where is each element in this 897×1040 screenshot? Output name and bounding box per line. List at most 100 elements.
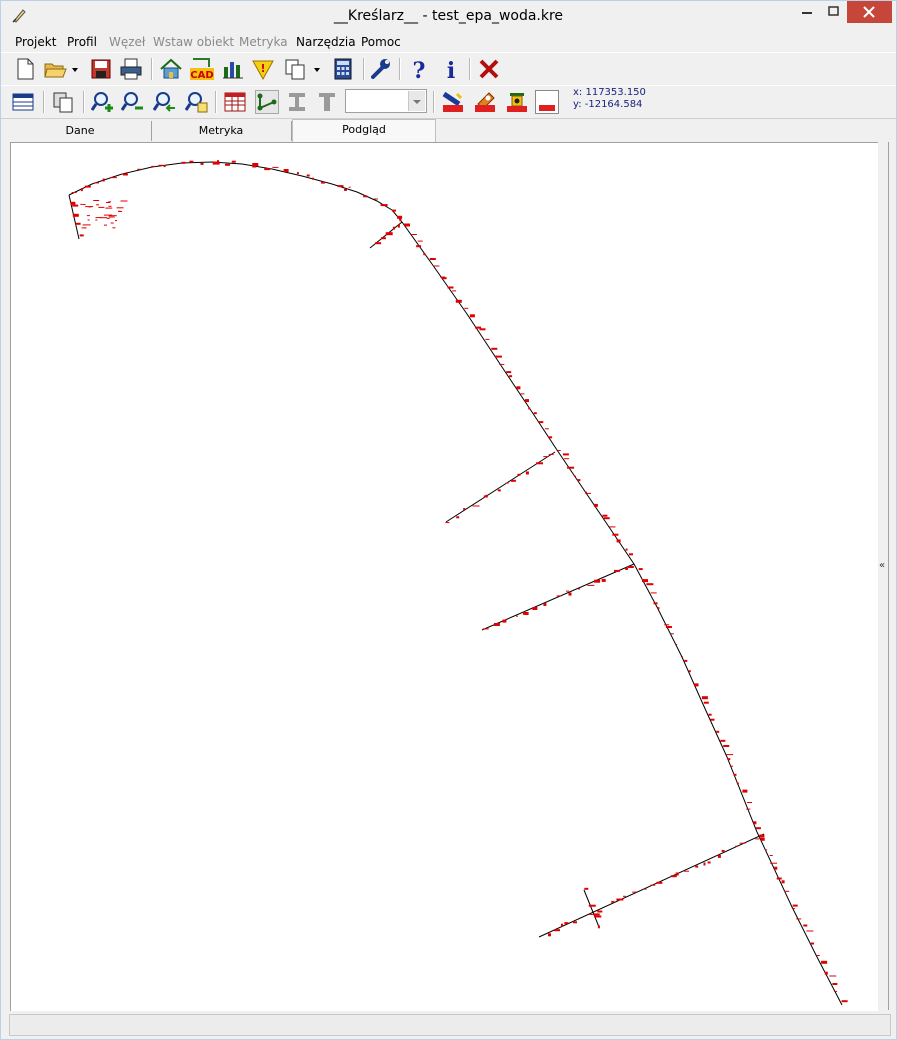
annotation-mark (525, 471, 529, 475)
annotation-mark (70, 201, 76, 205)
annotation-mark (577, 479, 581, 482)
valve-button[interactable] (473, 90, 497, 114)
main-pipe-trunk[interactable] (401, 221, 843, 1006)
annotation-mark (543, 603, 547, 606)
open-dropdown-arrow[interactable] (69, 57, 81, 81)
annotation-mark (562, 453, 569, 456)
info-button[interactable]: i (439, 57, 463, 81)
zoom-extent-button[interactable] (185, 90, 209, 114)
annotation-mark (760, 837, 765, 841)
polyline-button[interactable] (255, 90, 279, 114)
color-box-button[interactable] (535, 90, 559, 114)
chart-button[interactable] (221, 57, 245, 81)
hydrant-icon (507, 93, 527, 112)
app-window: __Kreślarz__ - test_epa_woda.kre Projekt… (0, 0, 897, 1040)
annotation-mark (225, 163, 230, 166)
column-button[interactable] (315, 90, 339, 114)
menu-metryka[interactable]: Metryka (239, 35, 288, 49)
annotation-mark (491, 347, 498, 350)
side-panel-splitter[interactable]: « (878, 142, 889, 1010)
pipe-button[interactable] (441, 90, 465, 114)
maximize-button[interactable] (821, 1, 849, 23)
annotation-mark (629, 553, 633, 556)
new-file-button[interactable] (13, 57, 37, 81)
annotation-mark (200, 162, 204, 165)
combo-dropdown-button[interactable] (408, 91, 425, 111)
copy-dropdown-arrow[interactable] (311, 57, 323, 81)
grid-table-button[interactable] (223, 90, 247, 114)
network-drawing[interactable] (11, 143, 878, 1011)
calculator-button[interactable] (331, 57, 355, 81)
annotation-mark (151, 165, 156, 167)
grid-table-icon (224, 92, 246, 112)
tab-dane[interactable]: Dane (9, 121, 152, 141)
annotation-mark (708, 713, 712, 716)
pipe-annotations (70, 160, 848, 1003)
annotation-mark (95, 217, 102, 219)
zoom-extent-icon (185, 92, 208, 113)
menu-wstaw-obiekt[interactable]: Wstaw obiekt (153, 35, 234, 49)
house-button[interactable] (159, 57, 183, 81)
annotation-mark (264, 168, 271, 171)
window-copy-button[interactable] (51, 90, 75, 114)
beam-button[interactable] (285, 90, 309, 114)
annotation-mark (86, 215, 90, 217)
annotation-mark (616, 898, 624, 901)
annotation-mark (84, 185, 91, 188)
annotation-mark (96, 204, 100, 206)
annotation-mark (601, 578, 606, 582)
drawing-canvas[interactable] (10, 142, 878, 1011)
annotation-mark (554, 929, 560, 932)
annotation-mark (380, 237, 386, 240)
annotation-mark (759, 834, 765, 838)
annotation-mark (680, 656, 683, 658)
annotation-mark (653, 602, 658, 605)
toolbar-separator (43, 91, 45, 113)
tab-podglad[interactable]: Podgląd (292, 119, 436, 142)
save-button[interactable] (89, 57, 113, 81)
annotation-mark (834, 990, 838, 992)
annotation-mark (71, 192, 77, 193)
zoom-out-button[interactable] (121, 90, 145, 114)
menu-profil[interactable]: Profil (67, 35, 97, 49)
tab-metryka[interactable]: Metryka (151, 121, 292, 141)
annotation-mark (417, 240, 423, 242)
warning-button[interactable]: ! (251, 57, 275, 81)
cad-button[interactable]: CAD (189, 57, 214, 81)
pipe-branch-start[interactable] (68, 194, 80, 240)
pipe-branch-3-cross[interactable] (583, 889, 600, 928)
menu-pomoc[interactable]: Pomoc (361, 35, 401, 49)
open-button[interactable] (43, 57, 67, 81)
annotation-mark (735, 845, 739, 847)
annotation-mark (115, 220, 117, 222)
menu-projekt[interactable]: Projekt (15, 35, 56, 49)
valve-icon (475, 92, 495, 112)
close-window-button[interactable] (847, 1, 892, 23)
pipe-icon (442, 91, 463, 112)
annotation-mark (482, 628, 489, 630)
help-button[interactable]: ? (407, 57, 431, 81)
main-pipe-arc[interactable] (68, 161, 403, 223)
table-view-button[interactable] (11, 90, 35, 114)
annotation-mark (588, 904, 596, 907)
hydrant-button[interactable] (505, 90, 529, 114)
annotation-mark (80, 203, 83, 205)
annotation-mark (739, 842, 746, 844)
annotation-mark (611, 900, 615, 903)
annotation-mark (670, 633, 674, 635)
copy-button[interactable] (283, 57, 307, 81)
annotation-mark (118, 211, 123, 212)
minimize-button[interactable] (793, 1, 821, 23)
annotation-mark (485, 338, 490, 340)
annotation-mark (573, 921, 577, 924)
zoom-back-button[interactable] (153, 90, 177, 114)
exit-button[interactable] (477, 57, 501, 81)
menu-narzedzia[interactable]: Narzędzia (296, 35, 356, 49)
zoom-in-button[interactable] (91, 90, 115, 114)
layer-combo[interactable] (345, 89, 427, 113)
settings-button[interactable] (369, 57, 393, 81)
annotation-mark (385, 232, 393, 236)
house-icon (160, 58, 182, 79)
menu-wezel[interactable]: Węzeł (109, 35, 145, 49)
print-button[interactable] (119, 57, 143, 81)
